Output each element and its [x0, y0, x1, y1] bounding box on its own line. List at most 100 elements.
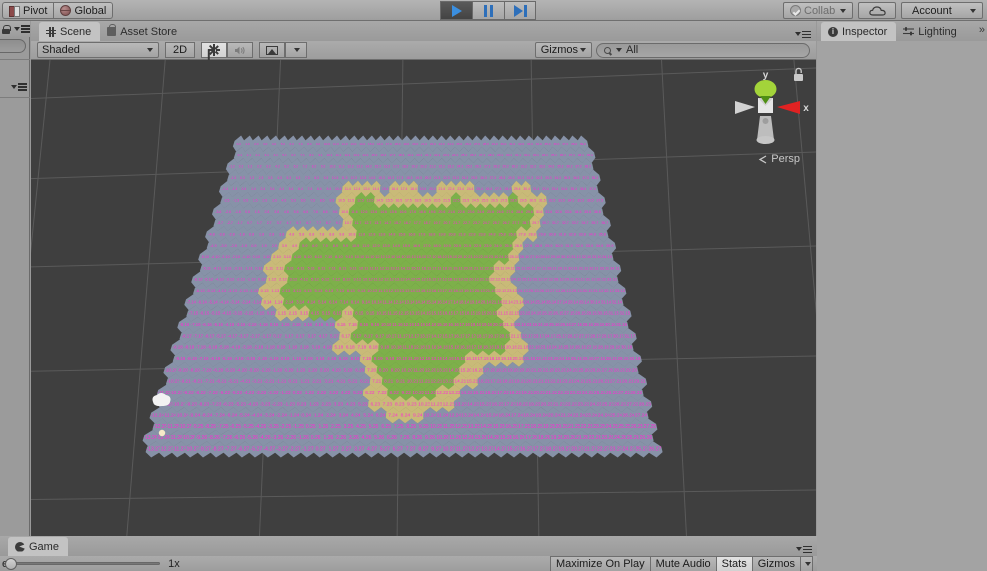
hex-coordinate-label: 4.12 [300, 277, 308, 282]
panel-menu-icon[interactable] [12, 25, 30, 33]
hex-coordinate-label: 27.19 [594, 356, 606, 361]
hex-coordinate-label: 21.26 [576, 435, 589, 441]
hex-coordinate-label: 30.3 [517, 176, 524, 180]
hex-coordinate-label: 13.26 [474, 435, 487, 441]
panel-menu-icon[interactable] [793, 30, 811, 38]
hierarchy-search-field[interactable] [0, 39, 26, 53]
scene-search-input[interactable]: All [596, 42, 810, 58]
scene-audio-toggle[interactable] [227, 42, 253, 58]
game-scale-slider[interactable] [5, 558, 161, 570]
account-button[interactable]: Account [901, 2, 983, 19]
tab-game[interactable]: Game [8, 537, 68, 556]
tab-overflow-indicator[interactable]: » [979, 24, 985, 36]
hex-coordinate-label: 21.5 [443, 199, 450, 203]
hex-coordinate-label: 2.6 [264, 210, 269, 214]
projection-mode-label[interactable]: Persp [758, 153, 800, 165]
hex-coordinate-label: 10.25 [430, 424, 443, 430]
pivot-button[interactable]: Pivot [2, 2, 54, 19]
hex-coordinate-label: 23.7 [473, 221, 480, 225]
scene-viewport[interactable]: 0.0 1.0 2.0 3.0 4.0 5.0 6.0 7.0 8.0 9.0 10.0 11.0 12… [31, 60, 816, 536]
hex-coordinate-label: -3.19 [245, 356, 256, 361]
tab-asset-store[interactable]: Asset Store [100, 22, 186, 41]
step-button[interactable] [504, 1, 536, 20]
panel-menu-icon[interactable] [9, 83, 27, 91]
hex-coordinate-label: 31.2 [521, 165, 527, 169]
hex-coordinate-label: -4.23 [247, 401, 258, 407]
hex-coordinate-label: 1.1 [247, 153, 252, 157]
hex-coordinate-label: 15.4 [382, 187, 389, 191]
hex-coordinate-label: -2.24 [276, 413, 287, 419]
tab-lighting[interactable]: Lighting [896, 22, 966, 41]
hex-coordinate-label: 9.25 [419, 424, 429, 430]
hex-coordinate-label: 30.16 [605, 322, 616, 327]
hex-coordinate-label: 7.9 [322, 244, 327, 248]
global-button[interactable]: Global [53, 2, 114, 19]
hex-coordinate-label: 30.7 [542, 221, 549, 225]
hex-coordinate-label: 15.19 [454, 356, 466, 361]
hex-coordinate-label: 35.4 [570, 187, 577, 191]
hex-coordinate-label: 21.7 [453, 221, 460, 225]
hex-coordinate-label: 25.14 [535, 299, 546, 304]
hex-coordinate-label: -4.25 [255, 424, 267, 430]
hex-coordinate-label: -7.25 [217, 424, 229, 430]
gizmos-dropdown[interactable]: Gizmos [534, 42, 592, 58]
hex-coordinate-label: 10.2 [329, 165, 335, 169]
hex-coordinate-label: 14.21 [455, 379, 467, 384]
hex-coordinate-label: 24.0 [448, 142, 454, 146]
hex-coordinate-label: 37.2 [575, 165, 581, 169]
tab-inspector[interactable]: i Inspector [821, 22, 897, 41]
scene-view-gizmo[interactable]: y x Persp [721, 60, 816, 178]
draw-mode-dropdown[interactable]: Shaded [37, 42, 159, 58]
hex-coordinate-label: 8.3 [314, 176, 319, 180]
scene-lighting-toggle[interactable] [201, 42, 227, 58]
hex-coordinate-label: -6.25 [230, 424, 242, 430]
hex-coordinate-label: 23.24 [585, 413, 598, 419]
hex-coordinate-label: 19.4 [420, 187, 427, 191]
panel-menu-icon[interactable] [794, 545, 812, 553]
mute-audio-button[interactable]: Mute Audio [649, 555, 716, 571]
hex-coordinate-label: -3.14 [230, 299, 240, 304]
scene-effects-toggle[interactable] [259, 42, 285, 58]
hex-coordinate-label: -2.20 [260, 367, 271, 372]
hex-coordinate-label: 37.4 [589, 187, 596, 191]
cloud-services-button[interactable] [858, 2, 896, 19]
tab-scene[interactable]: Scene [39, 22, 101, 41]
hex-coordinate-label: -5.20 [225, 367, 236, 372]
hex-coordinate-label: 33.9 [586, 244, 593, 248]
hex-terrain-map[interactable]: 0.0 1.0 2.0 3.0 4.0 5.0 6.0 7.0 8.0 9.0 10.0 11.0 12… [31, 60, 816, 536]
hex-coordinate-label: 5.2 [284, 165, 289, 169]
hex-coordinate-label: 5.12 [311, 277, 319, 282]
pause-button[interactable] [472, 1, 504, 20]
stats-button[interactable]: Stats [715, 555, 752, 571]
game-gizmos-dropdown[interactable] [800, 555, 813, 571]
hex-coordinate-label: 32.11 [589, 265, 598, 270]
game-gizmos-button[interactable]: Gizmos [751, 555, 800, 571]
play-button[interactable] [440, 1, 472, 20]
collab-button[interactable]: Collab [783, 2, 853, 19]
slider-handle[interactable] [5, 558, 18, 570]
divider [0, 59, 30, 60]
hex-coordinate-label: 35.7 [591, 221, 598, 225]
hex-coordinate-label: -4.27 [263, 447, 275, 453]
lock-icon[interactable] [2, 24, 11, 34]
hex-coordinate-label: 23.3 [453, 176, 460, 180]
hex-coordinate-label: 4.9 [292, 244, 297, 248]
hex-coordinate-label: 24.18 [552, 345, 564, 350]
hex-coordinate-label: 17.15 [454, 311, 465, 316]
hex-coordinate-label: 23.8 [478, 232, 485, 236]
game-view-toolbar: e 1x Maximize On Play Mute Audio Stats G… [0, 555, 817, 571]
hex-coordinate-label: 32.6 [555, 210, 562, 214]
hex-coordinate-label: -3.26 [272, 435, 284, 441]
hex-coordinate-label: 25.12 [522, 277, 532, 282]
hex-coordinate-label: 32.2 [530, 165, 536, 169]
hex-coordinate-label: 26.21 [598, 379, 610, 384]
hex-coordinate-label: 14.18 [437, 345, 449, 350]
hex-coordinate-label: 9.4 [326, 187, 331, 191]
maximize-on-play-button[interactable]: Maximize On Play [549, 555, 650, 571]
hex-coordinate-label: 6.20 [355, 367, 364, 372]
toggle-2d-button[interactable]: 2D [165, 42, 195, 58]
hex-coordinate-label: -5.10 [200, 255, 209, 259]
hex-coordinate-label: 0.15 [267, 311, 276, 316]
scene-effects-dropdown[interactable] [285, 42, 307, 58]
hex-coordinate-label: 21.3 [434, 176, 441, 180]
